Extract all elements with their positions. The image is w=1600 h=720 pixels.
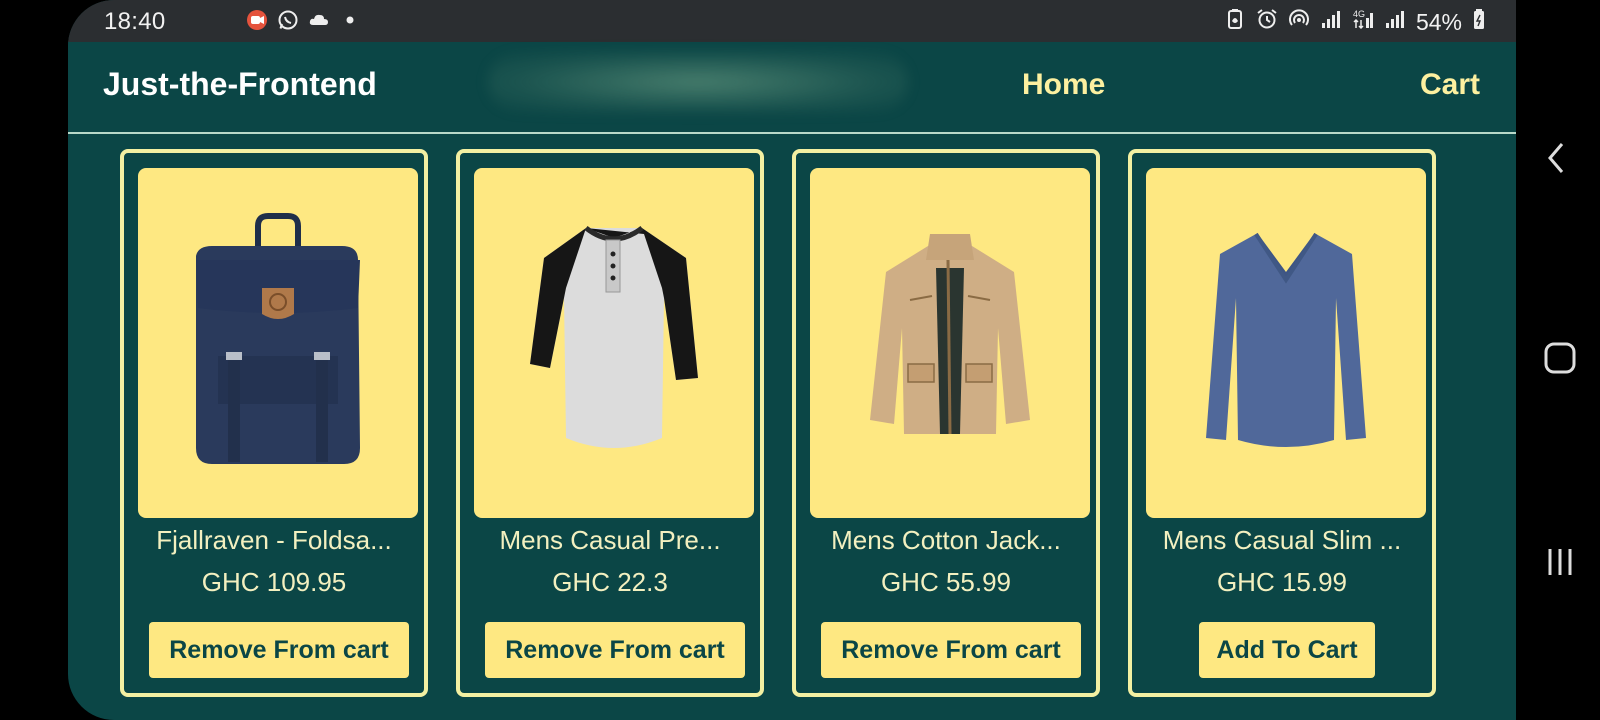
product-price: GHC 15.99 [1216,567,1348,597]
product-card: Mens Cotton Jack... GHC 55.99 Remove Fro… [792,149,1100,697]
remove-from-cart-button[interactable]: Remove From cart [485,622,745,678]
hotspot-icon [1288,8,1310,36]
product-image-backpack[interactable] [138,168,418,518]
product-title: Mens Casual Slim ... [1162,525,1402,555]
product-card: Mens Casual Slim ... GHC 15.99 Add To Ca… [1128,149,1436,697]
svg-text:4G: 4G [1353,9,1365,19]
product-grid: Fjallraven - Foldsa... GHC 109.95 Remove… [120,149,1436,697]
brand-logo[interactable]: Just-the-Frontend [103,66,377,103]
product-image-slim-fit-shirt[interactable] [1146,168,1426,518]
product-image-raglan-tshirt[interactable] [474,168,754,518]
screen-recorder-icon [246,9,268,36]
product-title: Mens Cotton Jack... [831,525,1061,555]
status-time: 18:40 [104,8,166,35]
alarm-icon [1256,8,1278,36]
add-to-cart-button[interactable]: Add To Cart [1199,622,1375,678]
dot-icon [339,9,361,36]
back-icon[interactable] [1544,140,1572,181]
product-card: Mens Casual Pre... GHC 22.3 Remove From … [456,149,764,697]
signal-icon-2 [1384,8,1406,36]
navbar: Just-the-Frontend Home Cart [68,42,1516,134]
product-card: Fjallraven - Foldsa... GHC 109.95 Remove… [120,149,428,697]
product-title: Fjallraven - Foldsa... [156,525,392,555]
battery-saver-icon [1224,8,1246,36]
app-screen: 18:40 4G 54% Just-the-Frontend Home Cart… [68,0,1516,720]
status-bar: 18:40 4G 54% [68,0,1516,42]
system-navigation-bar [1516,0,1600,720]
recents-icon[interactable] [1544,546,1576,583]
product-image-cotton-jacket[interactable] [810,168,1090,518]
product-title: Mens Casual Pre... [499,525,721,555]
signal-icon [1320,8,1342,36]
product-price: GHC 109.95 [201,567,347,597]
product-price: GHC 22.3 [552,567,668,597]
home-icon[interactable] [1544,342,1576,379]
battery-icon [1472,8,1486,36]
battery-percent: 54% [1415,8,1462,35]
nav-cart-link[interactable]: Cart [1420,68,1480,102]
remove-from-cart-button[interactable]: Remove From cart [821,622,1081,678]
remove-from-cart-button[interactable]: Remove From cart [149,622,409,678]
whatsapp-icon [277,9,299,36]
nav-home-link[interactable]: Home [1022,68,1105,102]
cloud-icon [308,9,330,36]
blurred-region [488,52,908,112]
product-price: GHC 55.99 [880,567,1012,597]
signal-4g-icon: 4G [1352,8,1374,36]
